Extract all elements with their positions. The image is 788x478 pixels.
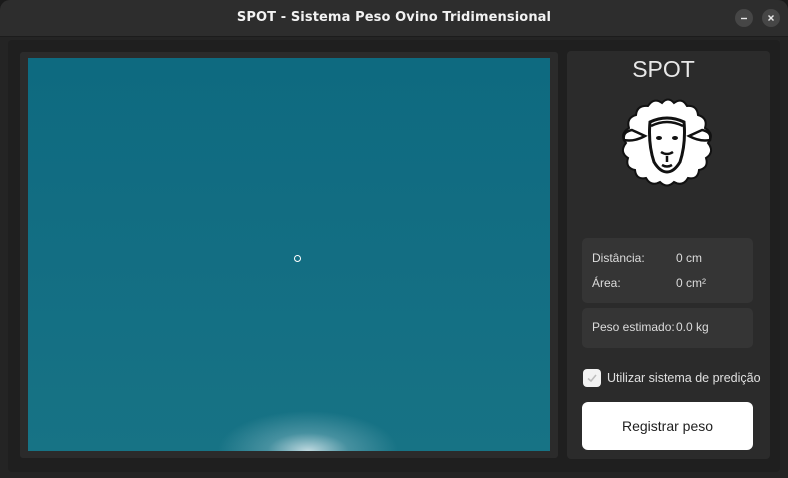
- distance-label: Distância:: [592, 251, 645, 265]
- metrics-box: [582, 238, 753, 303]
- minimize-icon: [741, 17, 747, 20]
- close-button[interactable]: [762, 9, 780, 27]
- prediction-checkbox-label[interactable]: Utilizar sistema de predição: [607, 371, 761, 385]
- area-value: 0 cm²: [676, 276, 706, 290]
- weight-value: 0.0 kg: [676, 320, 709, 334]
- title-bar: SPOT - Sistema Peso Ovino Tridimensional: [0, 0, 788, 37]
- checkmark-icon: [587, 374, 597, 383]
- crosshair-marker: [294, 255, 301, 262]
- prediction-checkbox[interactable]: [583, 369, 601, 387]
- app-name: SPOT: [632, 56, 695, 82]
- minimize-button[interactable]: [735, 9, 753, 27]
- camera-feed: [28, 58, 550, 451]
- register-weight-button[interactable]: Registrar peso: [582, 402, 753, 450]
- close-icon: [768, 15, 774, 21]
- area-label: Área:: [592, 276, 621, 290]
- window-title: SPOT - Sistema Peso Ovino Tridimensional: [236, 10, 552, 25]
- sheep-icon: [622, 98, 712, 187]
- weight-label: Peso estimado:: [592, 320, 675, 334]
- distance-value: 0 cm: [676, 251, 703, 265]
